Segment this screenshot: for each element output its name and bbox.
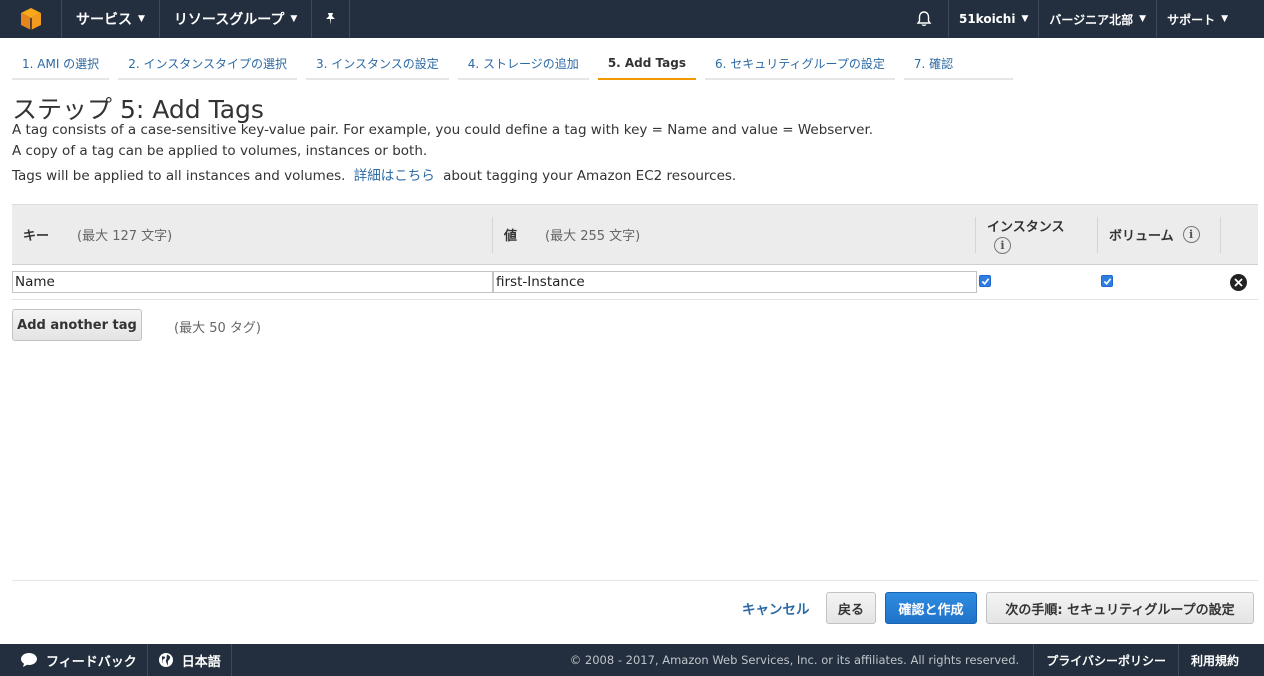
- bell-icon[interactable]: [900, 0, 948, 38]
- support-menu[interactable]: サポート ▼: [1156, 0, 1264, 38]
- tab-instance-type[interactable]: 2. インスタンスタイプの選択: [118, 48, 297, 80]
- globe-icon: [158, 652, 174, 668]
- key-header-hint: (最大 127 文字): [77, 229, 173, 244]
- column-divider: [1097, 217, 1098, 253]
- speech-bubble-icon: [20, 652, 38, 668]
- column-divider: [1220, 217, 1221, 253]
- key-header-label: キー: [23, 229, 50, 244]
- max-tags-note: (最大 50 タグ): [174, 321, 261, 336]
- resource-groups-label: リソースグループ: [173, 12, 285, 28]
- tab-storage[interactable]: 4. ストレージの追加: [457, 48, 589, 80]
- column-divider: [975, 217, 976, 253]
- footer: フィードバック 日本語 © 2008 - 2017, Amazon Web Se…: [0, 644, 1264, 676]
- volume-column-header: ボリューム i: [1109, 205, 1200, 264]
- wizard-tabs: 1. AMI の選択 2. インスタンスタイプの選択 3. インスタンスの設定 …: [12, 48, 1022, 80]
- services-menu[interactable]: サービス ▼: [62, 0, 160, 38]
- feedback-link[interactable]: フィードバック: [0, 644, 148, 676]
- copyright-text: © 2008 - 2017, Amazon Web Services, Inc.…: [569, 653, 1020, 667]
- top-navigation: サービス ▼ リソースグループ ▼ 51koichi ▼ バージニア北部 ▼ サ…: [0, 0, 1264, 38]
- info-icon[interactable]: i: [994, 236, 1011, 254]
- value-column-header: 値 (最大 255 文字): [504, 205, 640, 264]
- chevron-down-icon: ▼: [1021, 14, 1029, 24]
- instance-column-header: インスタンス i: [987, 205, 1064, 264]
- value-header-label: 値: [504, 229, 518, 244]
- info-icon[interactable]: i: [1182, 226, 1200, 243]
- back-button[interactable]: 戻る: [826, 592, 876, 624]
- volume-header-label: ボリューム: [1109, 229, 1174, 244]
- region-label: バージニア北部: [1049, 12, 1134, 27]
- remove-tag-icon[interactable]: [1230, 274, 1247, 291]
- learn-more-link[interactable]: 詳細はこちら: [354, 168, 435, 184]
- aws-logo-icon[interactable]: [0, 0, 62, 38]
- language-label: 日本語: [181, 654, 221, 670]
- volume-checkbox[interactable]: [1101, 275, 1113, 287]
- chevron-down-icon: ▼: [1221, 14, 1228, 24]
- terms-link[interactable]: 利用規約: [1177, 644, 1264, 676]
- cancel-link[interactable]: キャンセル: [742, 598, 810, 618]
- instance-checkbox[interactable]: [979, 275, 991, 287]
- page-title: ステップ 5: Add Tags: [12, 95, 264, 124]
- tab-add-tags[interactable]: 5. Add Tags: [597, 48, 697, 80]
- tab-review[interactable]: 7. 確認: [903, 48, 1014, 80]
- privacy-policy-link[interactable]: プライバシーポリシー: [1033, 644, 1178, 676]
- chevron-down-icon: ▼: [290, 14, 298, 24]
- language-selector[interactable]: 日本語: [148, 644, 232, 676]
- divider: [12, 580, 1258, 581]
- description-line-3-text: Tags will be applied to all instances an…: [12, 168, 346, 184]
- key-column-header: キー (最大 127 文字): [23, 205, 172, 264]
- tag-key-input[interactable]: [12, 271, 493, 293]
- tab-instance-config[interactable]: 3. インスタンスの設定: [305, 48, 449, 80]
- chevron-down-icon: ▼: [1139, 14, 1147, 24]
- description-line-3: Tags will be applied to all instances an…: [12, 164, 736, 184]
- tab-security-group[interactable]: 6. セキュリティグループの設定: [705, 48, 895, 80]
- account-label: 51koichi: [958, 12, 1016, 26]
- support-label: サポート: [1167, 12, 1216, 27]
- tab-ami[interactable]: 1. AMI の選択: [12, 48, 110, 80]
- account-menu[interactable]: 51koichi ▼: [947, 0, 1038, 38]
- chevron-down-icon: ▼: [138, 14, 145, 24]
- add-another-tag-button[interactable]: Add another tag: [12, 309, 142, 341]
- next-security-group-button[interactable]: 次の手順: セキュリティグループの設定: [986, 592, 1254, 624]
- description-line-3-suffix: about tagging your Amazon EC2 resources.: [443, 168, 737, 184]
- description-line-2: A copy of a tag can be applied to volume…: [12, 143, 428, 159]
- value-header-hint: (最大 255 文字): [545, 229, 641, 244]
- column-divider: [492, 217, 493, 253]
- review-and-launch-button[interactable]: 確認と作成: [885, 592, 977, 624]
- instance-header-label: インスタンス: [987, 219, 1065, 235]
- services-label: サービス: [76, 12, 132, 28]
- resource-groups-menu[interactable]: リソースグループ ▼: [160, 0, 313, 38]
- region-menu[interactable]: バージニア北部 ▼: [1038, 0, 1156, 38]
- table-row: [12, 266, 1258, 300]
- feedback-label: フィードバック: [46, 654, 137, 670]
- pin-icon[interactable]: [312, 0, 351, 38]
- tag-value-input[interactable]: [493, 271, 977, 293]
- tag-table-header: キー (最大 127 文字) 値 (最大 255 文字) インスタンス i ボリ…: [12, 204, 1258, 265]
- description-line-1: A tag consists of a case-sensitive key-v…: [12, 122, 874, 138]
